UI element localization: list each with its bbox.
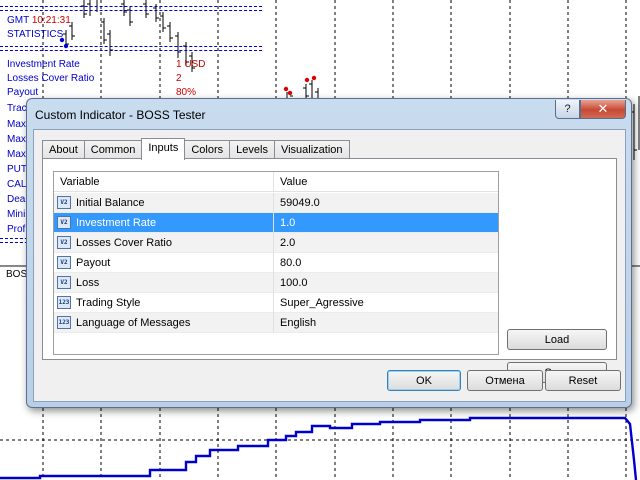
variable-name: Trading Style xyxy=(76,297,141,309)
info-name: Dea xyxy=(7,194,26,205)
tab-colors[interactable]: Colors xyxy=(184,140,231,159)
variable-cell: 123 Language of Messages xyxy=(54,313,274,333)
column-header-variable[interactable]: Variable xyxy=(54,172,274,192)
title-bar[interactable]: Custom Indicator - BOSS Tester ? ✕ xyxy=(27,99,631,129)
variable-cell: 123 Trading Style xyxy=(54,293,274,313)
ok-button[interactable]: OK xyxy=(387,370,461,391)
table-row[interactable]: V2 Losses Cover Ratio 2.0 xyxy=(54,233,498,253)
info-name: Losses Cover Ratio xyxy=(7,73,95,84)
table-row[interactable]: V2 Payout 80.0 xyxy=(54,253,498,273)
tab-about[interactable]: About xyxy=(42,140,85,159)
variable-cell: V2 Investment Rate xyxy=(54,213,274,233)
table-row[interactable]: 123 Trading Style Super_Agressive xyxy=(54,293,498,313)
help-icon: ? xyxy=(564,103,571,115)
close-icon: ✕ xyxy=(597,101,609,116)
tab-common[interactable]: Common xyxy=(83,140,143,159)
double-type-icon: V2 xyxy=(57,236,71,249)
double-type-icon: V2 xyxy=(57,256,71,269)
info-name: PUT xyxy=(7,164,27,175)
value-cell[interactable]: 2.0 xyxy=(280,237,295,249)
dialog-client-area: About Common Inputs Colors Levels Visual… xyxy=(33,129,626,402)
table-row[interactable]: V2 Initial Balance 59049.0 xyxy=(54,193,498,213)
help-button[interactable]: ? xyxy=(555,100,580,119)
info-name: Trac xyxy=(7,103,27,114)
info-name: CAL xyxy=(7,179,27,190)
variable-cell: V2 Initial Balance xyxy=(54,193,274,213)
cancel-button[interactable]: Отмена xyxy=(467,370,543,391)
info-name: Prof xyxy=(7,224,26,235)
integer-type-icon: 123 xyxy=(57,296,71,309)
value-cell[interactable]: 80.0 xyxy=(280,257,301,269)
statistics-label: STATISTICS xyxy=(7,29,64,40)
equity-line xyxy=(0,416,638,480)
separator-line xyxy=(0,10,262,11)
variable-name: Losses Cover Ratio xyxy=(76,237,172,249)
variable-name: Language of Messages xyxy=(76,317,191,329)
variable-name: Loss xyxy=(76,277,100,289)
tab-visualization[interactable]: Visualization xyxy=(273,140,350,159)
info-name: Investment Rate xyxy=(7,59,80,70)
info-value: 1 USD xyxy=(176,59,206,70)
table-row[interactable]: 123 Language of Messages English xyxy=(54,313,498,333)
double-type-icon: V2 xyxy=(57,216,71,229)
inputs-tab-panel: Variable Value V2 Initial Balance 59049.… xyxy=(42,158,617,383)
separator-line xyxy=(0,6,262,7)
info-name: Mini xyxy=(7,209,26,220)
close-button[interactable]: ✕ xyxy=(580,100,626,119)
separator-line xyxy=(0,46,262,47)
variable-cell: V2 Payout xyxy=(54,253,274,273)
dialog-title: Custom Indicator - BOSS Tester xyxy=(35,108,206,122)
value-cell[interactable]: Super_Agressive xyxy=(280,297,364,309)
column-header-value[interactable]: Value xyxy=(274,172,498,192)
value-cell[interactable]: 100.0 xyxy=(280,277,308,289)
info-value: 2 xyxy=(176,73,182,84)
info-name: Max xyxy=(7,149,26,160)
value-cell[interactable]: English xyxy=(280,317,316,329)
variable-name: Investment Rate xyxy=(76,217,157,229)
variable-name: Initial Balance xyxy=(76,197,145,209)
clock-time: 10:21:31 xyxy=(31,15,71,26)
subwindow-label: BOS xyxy=(6,269,28,280)
signal-markers xyxy=(283,75,317,96)
inputs-grid: Variable Value V2 Initial Balance 59049.… xyxy=(53,171,499,355)
load-button[interactable]: Load xyxy=(507,329,607,350)
info-name: Max xyxy=(7,134,26,145)
tab-strip: About Common Inputs Colors Levels Visual… xyxy=(42,138,350,160)
reset-button[interactable]: Reset xyxy=(545,370,621,391)
grid-header: Variable Value xyxy=(54,172,498,192)
value-cell[interactable]: 59049.0 xyxy=(280,197,320,209)
value-cell[interactable]: 1.0 xyxy=(280,217,295,229)
variable-cell: V2 Losses Cover Ratio xyxy=(54,233,274,253)
integer-type-icon: 123 xyxy=(57,316,71,329)
variable-name: Payout xyxy=(76,257,111,269)
table-row[interactable]: V2 Investment Rate 1.0 xyxy=(54,213,498,233)
table-row[interactable]: V2 Loss 100.0 xyxy=(54,273,498,293)
tab-levels[interactable]: Levels xyxy=(229,140,275,159)
separator-line xyxy=(0,50,262,51)
info-name: Max xyxy=(7,119,26,130)
custom-indicator-dialog: Custom Indicator - BOSS Tester ? ✕ About… xyxy=(26,98,632,408)
double-type-icon: V2 xyxy=(57,276,71,289)
clock-label: GMT 10:21:31 xyxy=(7,15,71,26)
tab-inputs[interactable]: Inputs xyxy=(141,138,186,160)
double-type-icon: V2 xyxy=(57,196,71,209)
variable-cell: V2 Loss xyxy=(54,273,274,293)
